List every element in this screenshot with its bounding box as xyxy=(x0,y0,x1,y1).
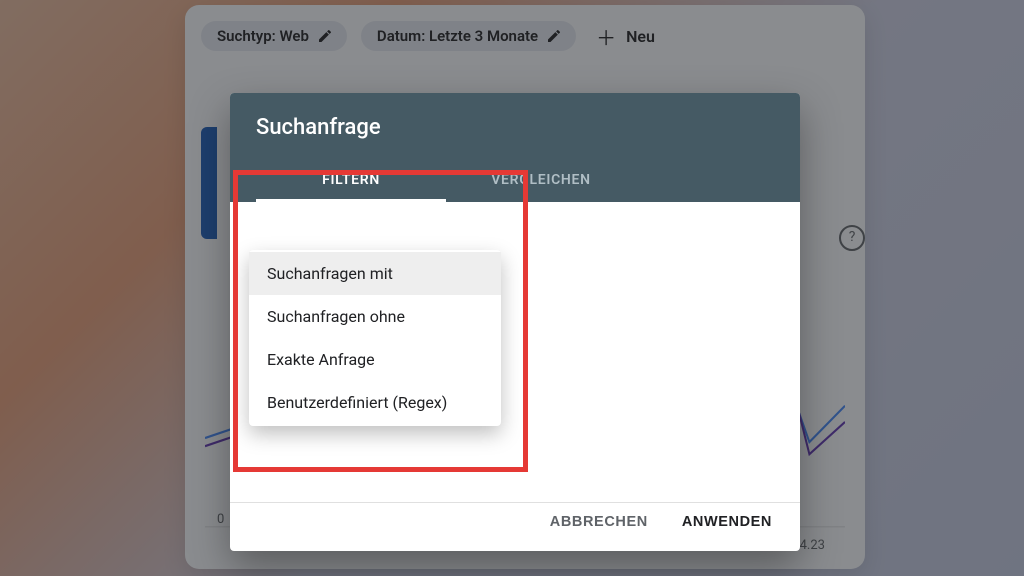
apply-button[interactable]: Anwenden xyxy=(676,513,778,531)
match-type-dropdown: Suchanfragen mitSuchanfragen ohneExakte … xyxy=(249,250,501,426)
tab-compare[interactable]: Vergleichen xyxy=(446,158,636,202)
dialog-tabs: Filtern Vergleichen xyxy=(230,158,800,202)
dropdown-option[interactable]: Suchanfragen ohne xyxy=(249,295,501,338)
dropdown-option[interactable]: Exakte Anfrage xyxy=(249,338,501,381)
dropdown-option[interactable]: Benutzerdefiniert (Regex) xyxy=(249,381,501,424)
cancel-button[interactable]: Abbrechen xyxy=(544,513,654,531)
dialog-title: Suchanfrage xyxy=(230,93,800,158)
dialog-actions: Abbrechen Anwenden xyxy=(230,502,800,551)
dropdown-option[interactable]: Suchanfragen mit xyxy=(249,252,501,295)
tab-filter[interactable]: Filtern xyxy=(256,158,446,202)
dialog-header: Suchanfrage Filtern Vergleichen xyxy=(230,93,800,202)
